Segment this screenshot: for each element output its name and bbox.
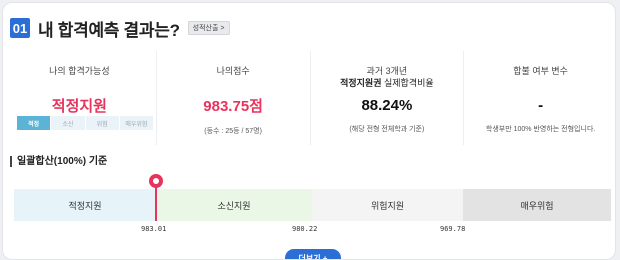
chevron-right-icon: > — [220, 24, 225, 32]
stat-label: 나의점수 — [216, 66, 250, 76]
score-range-bar: 적정지원 소신지원 위험지원 매우위험 — [14, 189, 611, 221]
more-button[interactable]: 더보기 + — [285, 249, 341, 259]
section-number: 01 — [10, 18, 30, 38]
section-title: 내 합격예측 결과는? — [38, 20, 180, 40]
tick-label: 980.22 — [292, 225, 318, 233]
stat-sublabel: 적정지원권 실제합격비율 — [311, 77, 464, 89]
stat-label: 합불 여부 변수 — [513, 66, 568, 76]
prediction-result-card: 01 내 합격예측 결과는? 성적산출 > 나의 합격가능성 적정지원 적정 소… — [2, 2, 616, 260]
segment-confident: 소신 — [51, 116, 85, 130]
stat-value: 88.24% — [361, 97, 413, 114]
stat-sublabel-rest: 실제합격비율 — [381, 78, 434, 88]
zone-confident: 소신지원 — [156, 189, 312, 221]
tick-label: 969.78 — [440, 225, 466, 233]
criteria-title: 일괄합산(100%) 기준 — [10, 156, 107, 167]
stat-my-score: 나의점수 983.75점 (등수 : 25등 / 57명) — [157, 51, 311, 145]
stat-note: (해당 전형 전체학과 기준) — [349, 126, 425, 133]
segment-risky: 위험 — [85, 116, 119, 130]
tick-label: 983.01 — [141, 225, 167, 233]
stat-value: 983.75점 — [203, 98, 263, 115]
stat-note: (등수 : 25등 / 57명) — [204, 128, 262, 135]
stat-pass-variable: 합불 여부 변수 - 학생부만 100% 반영하는 전형입니다. — [464, 51, 615, 145]
zone-very-risky: 매우위험 — [463, 189, 611, 221]
zone-appropriate: 적정지원 — [14, 189, 156, 221]
my-score-marker-line — [155, 183, 157, 221]
stat-note: 학생부만 100% 반영하는 전형입니다. — [485, 126, 596, 133]
stat-past-ratio: 과거 3개년 적정지원권 실제합격비율 88.24% (해당 전형 전체학과 기… — [311, 51, 465, 145]
score-calc-button[interactable]: 성적산출 > — [187, 21, 230, 35]
stat-value: 적정지원 — [51, 98, 107, 115]
stat-pass-possibility: 나의 합격가능성 적정지원 적정 소신 위험 매우위험 — [3, 51, 157, 145]
stat-label: 과거 3개년 — [366, 66, 408, 76]
possibility-segments: 적정 소신 위험 매우위험 — [17, 116, 153, 130]
stat-sublabel-bold: 적정지원권 — [340, 78, 382, 88]
location-pin-icon — [149, 174, 163, 188]
stat-label: 나의 합격가능성 — [49, 66, 110, 76]
score-calc-label: 성적산출 — [192, 25, 219, 32]
segment-very-risky: 매우위험 — [119, 116, 153, 130]
segment-appropriate: 적정 — [17, 116, 51, 130]
zone-risky: 위험지원 — [312, 189, 463, 221]
section-header: 01 내 합격예측 결과는? 성적산출 > — [10, 17, 230, 40]
stats-row: 나의 합격가능성 적정지원 적정 소신 위험 매우위험 나의점수 983.75점… — [3, 51, 615, 145]
stat-value: - — [538, 97, 544, 114]
